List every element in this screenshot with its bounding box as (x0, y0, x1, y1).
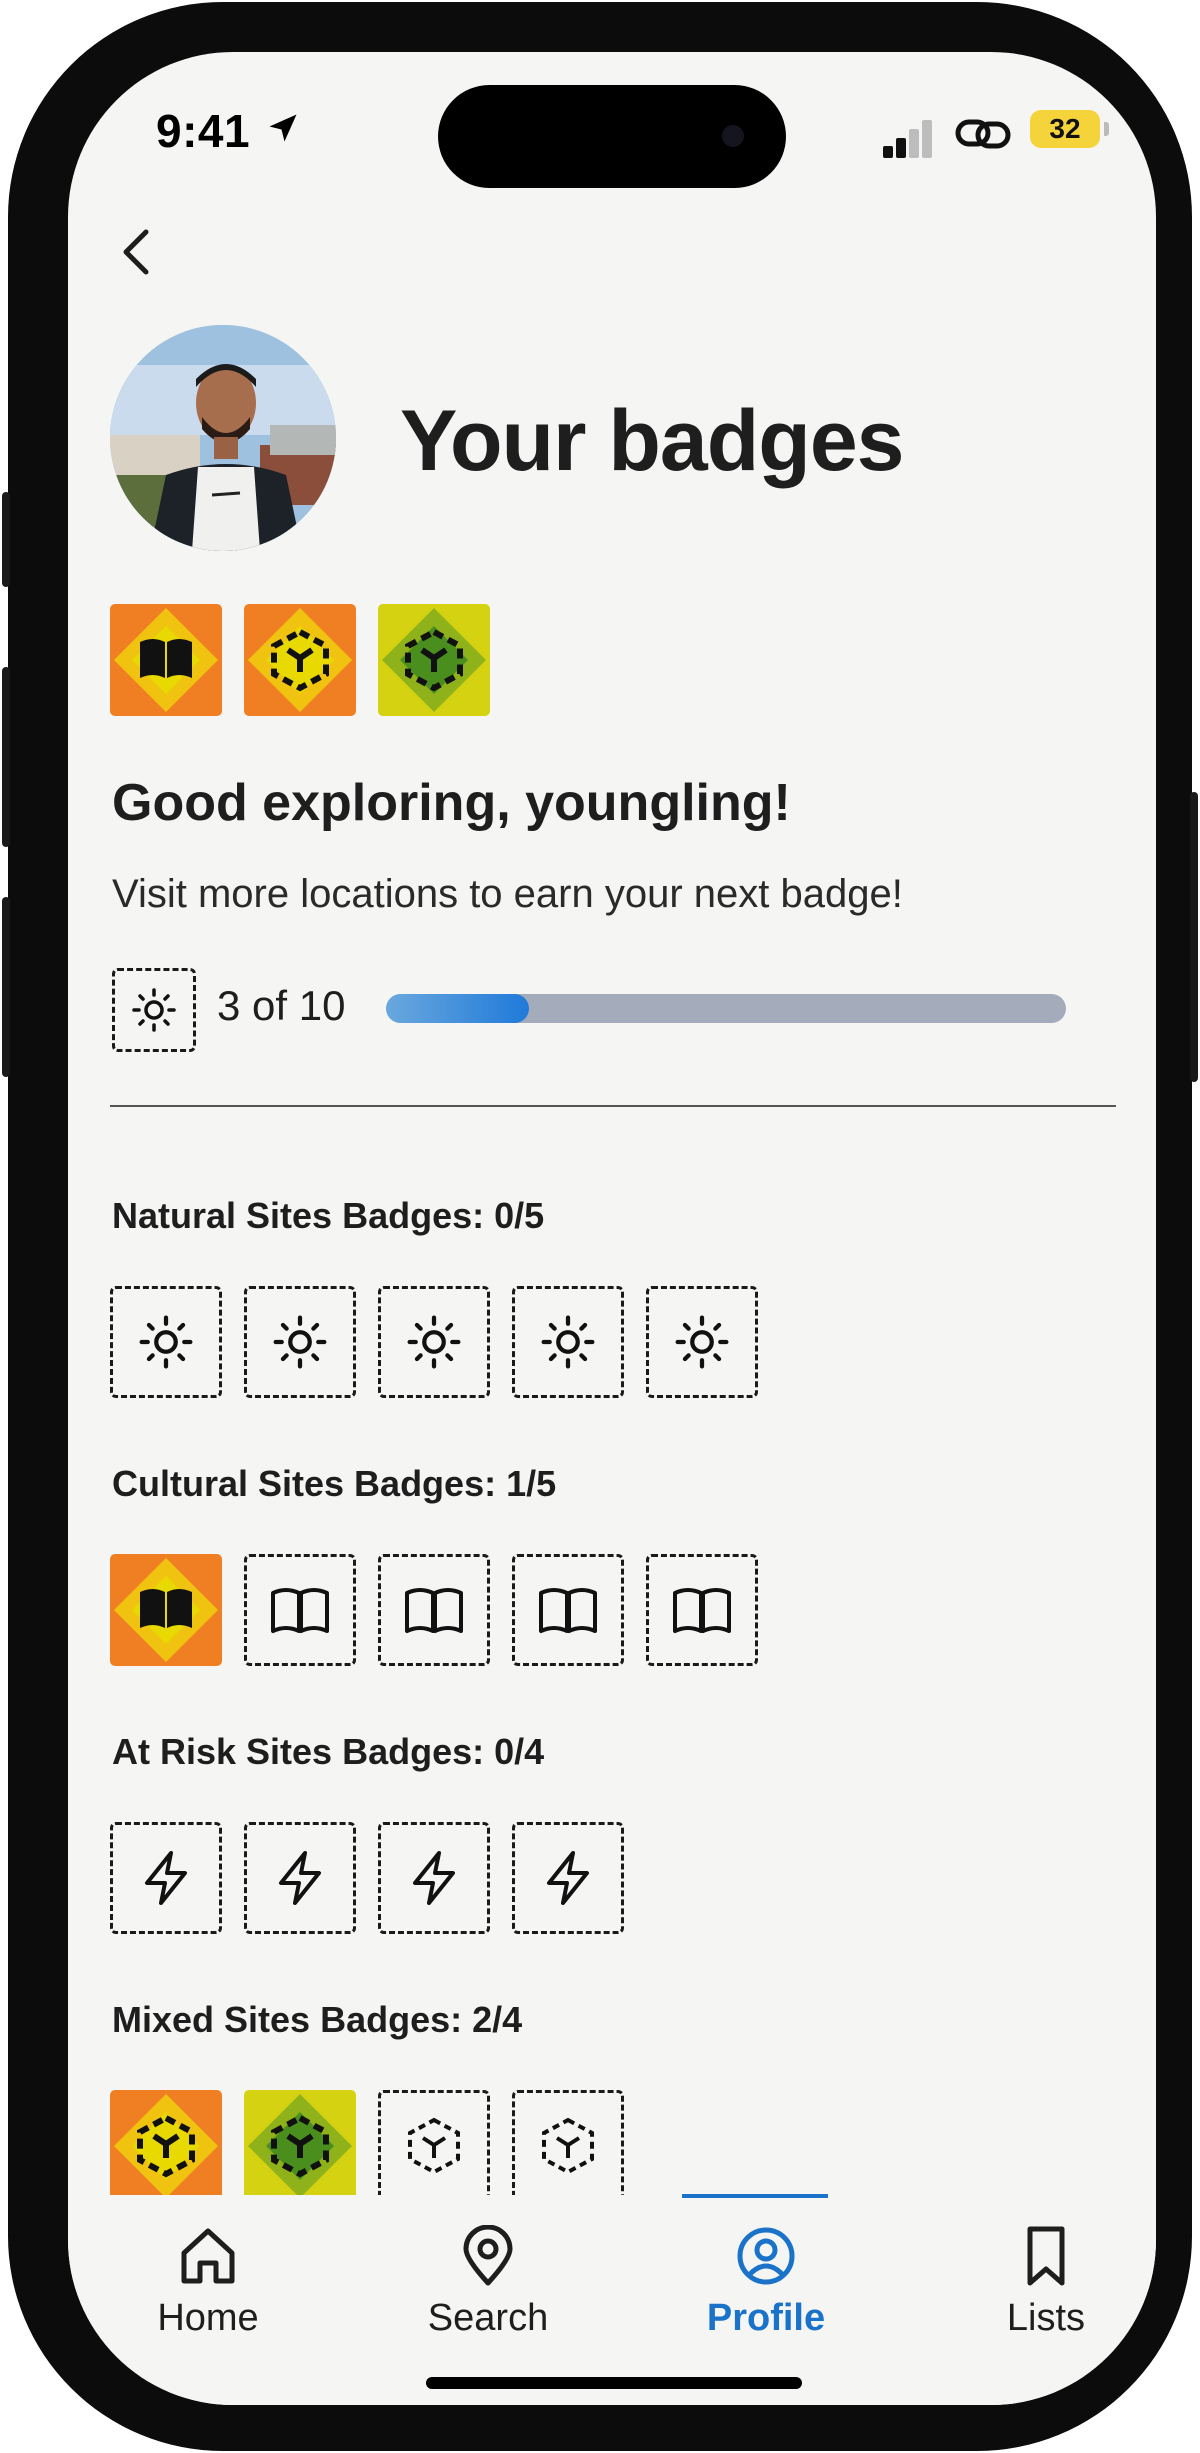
cultural-badge-slot[interactable] (378, 1554, 490, 1666)
mixed-badge-earned-green[interactable] (244, 2090, 356, 2202)
cellular-signal-icon (883, 118, 933, 158)
at-risk-badge-slot[interactable] (378, 1822, 490, 1934)
tab-search[interactable]: Search (388, 2225, 588, 2340)
natural-sites-label: Natural Sites Badges: 0/5 (112, 1195, 545, 1236)
cultural-badge-slot[interactable] (512, 1554, 624, 1666)
tab-label: Home (157, 2297, 259, 2339)
tab-lists[interactable]: Lists (946, 2225, 1146, 2340)
back-arrow-icon[interactable] (108, 222, 168, 282)
cultural-sites-label: Cultural Sites Badges: 1/5 (112, 1463, 557, 1504)
tab-label: Profile (706, 2297, 826, 2339)
dynamic-island (438, 85, 786, 188)
mixed-sites-label: Mixed Sites Badges: 2/4 (112, 1999, 523, 2040)
mixed-badge-earned-orange[interactable] (110, 2090, 222, 2202)
cube-badge-earned-green[interactable] (378, 604, 490, 716)
cube-badge-earned-orange[interactable] (244, 604, 356, 716)
tab-home[interactable]: Home (108, 2225, 308, 2340)
volume-up-button (2, 667, 10, 847)
link-icon (955, 119, 1011, 149)
volume-down-button (2, 897, 10, 1077)
mixed-badge-slot[interactable] (512, 2090, 624, 2202)
location-pin-icon (463, 2225, 513, 2286)
cultural-badge-slot[interactable] (646, 1554, 758, 1666)
at-risk-sites-label: At Risk Sites Badges: 0/4 (112, 1731, 545, 1772)
tab-label: Search (427, 2297, 549, 2339)
natural-badge-slot[interactable] (512, 1286, 624, 1398)
progress-count: 3 of 10 (217, 982, 346, 1029)
at-risk-badge-slot[interactable] (512, 1822, 624, 1934)
at-risk-badge-slot[interactable] (110, 1822, 222, 1934)
active-tab-indicator (682, 2194, 828, 2198)
summary-heading: Good exploring, youngling! (112, 774, 791, 832)
profile-icon (737, 2227, 795, 2285)
front-camera (722, 125, 744, 147)
natural-badge-slot[interactable] (110, 1286, 222, 1398)
power-button (1190, 792, 1198, 1082)
book-badge-earned[interactable] (110, 604, 222, 716)
mixed-badge-slot[interactable] (378, 2090, 490, 2202)
home-indicator[interactable] (426, 2377, 802, 2389)
battery-indicator: 32 (1030, 110, 1100, 148)
next-badge-sun-icon (112, 968, 196, 1052)
mute-switch (2, 492, 10, 587)
section-divider (110, 1105, 1116, 1107)
status-time: 9:41 (156, 105, 251, 157)
at-risk-badge-slot[interactable] (244, 1822, 356, 1934)
progress-bar (386, 994, 1066, 1023)
phone-frame: 9:41 32 Your badges Good exploring, youn… (2, 2, 1198, 2451)
app-screen: 9:41 32 Your badges Good exploring, youn… (68, 52, 1156, 2405)
page-title: Your badges (400, 393, 904, 489)
natural-badge-slot[interactable] (378, 1286, 490, 1398)
home-icon (181, 2228, 235, 2284)
battery-cap (1104, 122, 1109, 136)
progress-bar-fill (386, 994, 529, 1023)
tab-bar: Home Search Profile Lists (68, 2195, 1156, 2405)
tab-profile[interactable]: Profile (666, 2225, 866, 2340)
summary-subtitle: Visit more locations to earn your next b… (112, 872, 903, 916)
cultural-badge-slot[interactable] (244, 1554, 356, 1666)
natural-badge-slot[interactable] (646, 1286, 758, 1398)
tab-label: Lists (1006, 2297, 1086, 2339)
cultural-badge-earned[interactable] (110, 1554, 222, 1666)
bookmark-icon (1027, 2226, 1065, 2286)
avatar (110, 325, 336, 551)
natural-badge-slot[interactable] (244, 1286, 356, 1398)
location-arrow-icon (269, 114, 297, 142)
